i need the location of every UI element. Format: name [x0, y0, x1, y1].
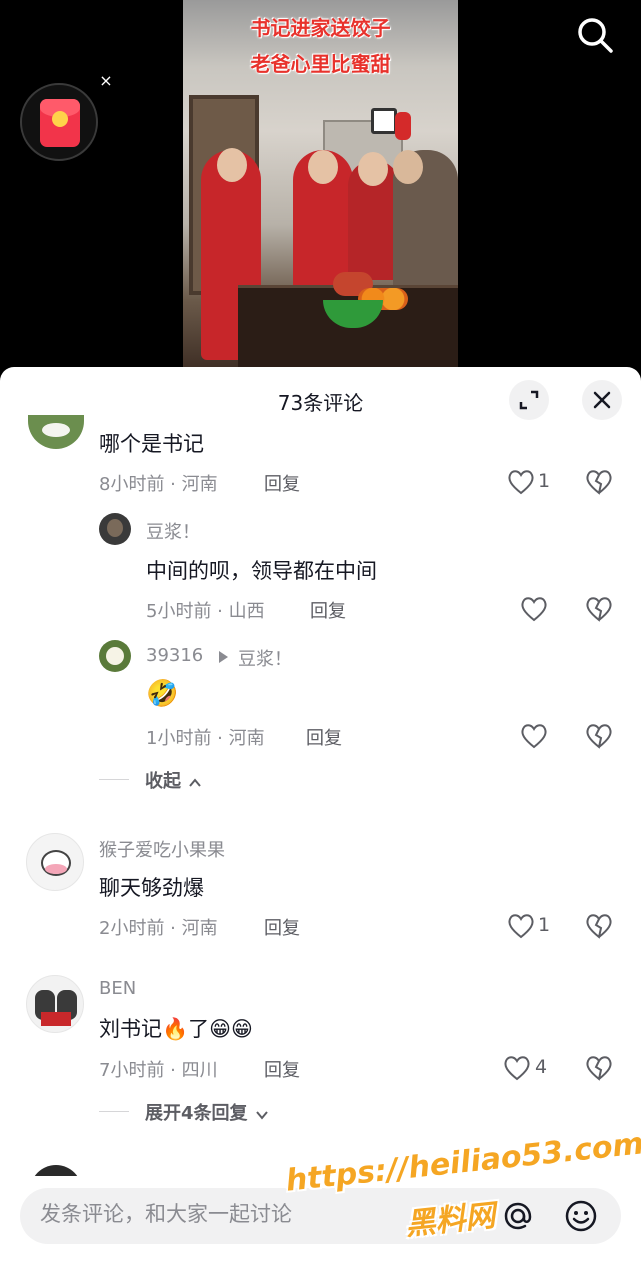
video-scene-lantern [395, 112, 411, 140]
heart-icon [508, 470, 534, 495]
comment-text: 刘书记🔥了😁😁 [99, 1017, 253, 1041]
reply-button[interactable]: 回复 [310, 597, 346, 623]
red-packet-button[interactable] [20, 83, 98, 161]
dislike-button[interactable] [584, 1053, 614, 1083]
mention-button[interactable] [500, 1198, 536, 1234]
expand-button[interactable] [509, 380, 549, 420]
comment-meta: 7小时前 · 四川 [99, 1060, 218, 1081]
like-button[interactable] [502, 1053, 532, 1083]
reply-meta: 5小时前 · 山西 [146, 601, 265, 622]
like-count: 4 [535, 1056, 548, 1078]
avatar[interactable] [99, 640, 131, 672]
avatar[interactable] [99, 513, 131, 545]
dislike-button[interactable] [584, 467, 614, 497]
red-packet-close-button[interactable]: × [97, 72, 115, 90]
close-icon [593, 391, 611, 409]
video-player[interactable]: 书记进家送饺子 老爸心里比蜜甜 × [0, 0, 641, 375]
reply-button[interactable]: 回复 [306, 724, 342, 750]
expand-replies-button[interactable]: 展开4条回复 [145, 1099, 269, 1125]
broken-heart-icon [586, 470, 612, 495]
like-button[interactable] [519, 594, 549, 624]
video-person-head [358, 152, 388, 186]
emoji-icon [565, 1200, 597, 1232]
red-packet-icon [40, 99, 80, 147]
video-scene-table [238, 285, 458, 375]
heart-icon [508, 914, 534, 939]
expand-replies-label: 展开4条回复 [145, 1103, 248, 1124]
close-button[interactable] [582, 380, 622, 420]
like-count: 1 [538, 914, 551, 936]
like-button[interactable] [506, 467, 536, 497]
heart-icon [521, 724, 547, 749]
reply-button[interactable]: 回复 [264, 914, 300, 940]
divider [99, 779, 129, 780]
comment-meta: 8小时前 · 河南 [99, 474, 218, 495]
reply-author-name[interactable]: 39316 [146, 645, 203, 666]
chevron-down-icon [255, 1110, 268, 1120]
video-scene-clock [371, 108, 397, 134]
heart-icon [521, 597, 547, 622]
collapse-replies-label: 收起 [145, 771, 181, 792]
collapse-replies-button[interactable]: 收起 [145, 767, 202, 793]
broken-heart-icon [586, 724, 612, 749]
reply-meta: 1小时前 · 河南 [146, 728, 265, 749]
heart-icon [504, 1056, 530, 1081]
reply-text: 🤣 [146, 679, 179, 709]
reply-author-name[interactable]: 豆浆！ [146, 518, 200, 544]
comment-author-name[interactable]: BEN [99, 978, 136, 999]
comment-text: 聊天够劲爆 [99, 876, 204, 900]
broken-heart-icon [586, 597, 612, 622]
broken-heart-icon [586, 914, 612, 939]
emoji-button[interactable] [563, 1198, 599, 1234]
dislike-button[interactable] [584, 594, 614, 624]
video-caption-line1: 书记进家送饺子 [250, 16, 391, 40]
dislike-button[interactable] [584, 721, 614, 751]
broken-heart-icon [586, 1056, 612, 1081]
comment-text: 哪个是书记 [99, 432, 204, 456]
avatar[interactable] [26, 975, 84, 1033]
video-person-head [308, 150, 338, 184]
reply-arrow-icon [219, 651, 228, 663]
expand-icon [519, 390, 539, 410]
red-packet-coin [52, 111, 68, 127]
chevron-up-icon [189, 777, 201, 787]
like-button[interactable] [519, 721, 549, 751]
reply-button[interactable]: 回复 [264, 1056, 300, 1082]
video-frame[interactable]: 书记进家送饺子 老爸心里比蜜甜 [183, 0, 458, 375]
video-person-head [217, 148, 247, 182]
search-button[interactable] [575, 15, 615, 55]
avatar[interactable] [28, 415, 84, 449]
comment-input-bar[interactable] [20, 1188, 621, 1244]
comment-author-name[interactable]: 猴子爱吃小果果 [99, 836, 225, 862]
search-icon [578, 18, 613, 53]
video-caption-line2: 老爸心里比蜜甜 [250, 52, 391, 76]
video-person-head [393, 150, 423, 184]
at-icon [504, 1202, 532, 1230]
like-count: 1 [538, 470, 551, 492]
comment-meta: 2小时前 · 河南 [99, 918, 218, 939]
reply-button[interactable]: 回复 [264, 470, 300, 496]
watermark-site-name: 黑料网 [403, 1198, 497, 1243]
reply-to-name[interactable]: 豆浆！ [238, 645, 292, 671]
reply-text: 中间的呗，领导都在中间 [146, 559, 377, 583]
like-button[interactable] [506, 911, 536, 941]
avatar[interactable] [26, 833, 84, 891]
dislike-button[interactable] [584, 911, 614, 941]
divider [99, 1111, 129, 1112]
